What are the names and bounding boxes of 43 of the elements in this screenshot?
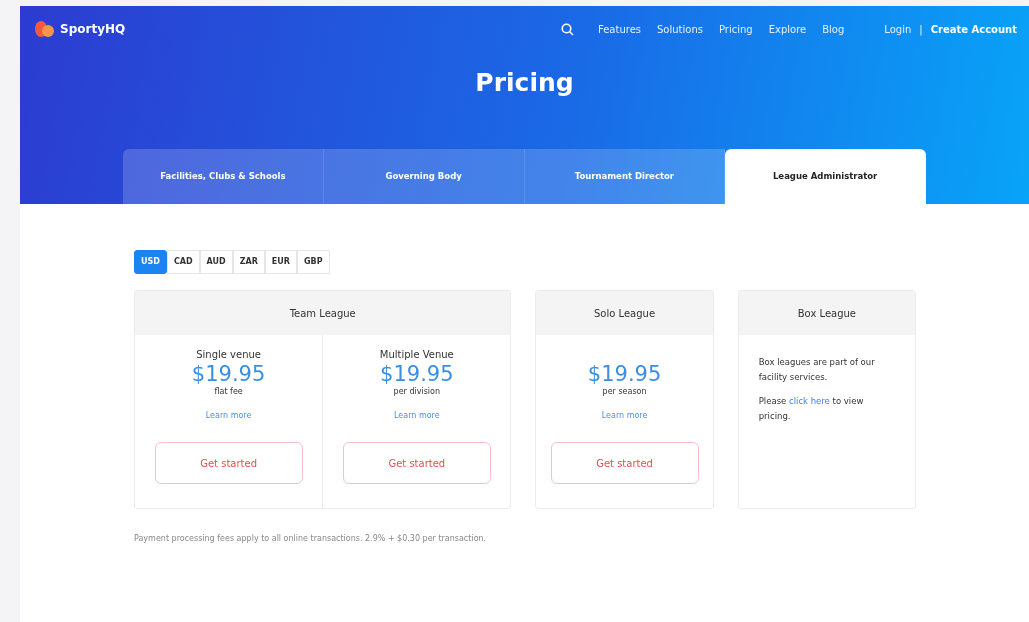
price-unit: flat fee [214, 386, 243, 399]
currency-button[interactable]: GBP [297, 250, 330, 274]
price: $19.95 [587, 363, 662, 387]
search-icon[interactable] [561, 22, 574, 36]
card-header: Box League [738, 291, 915, 335]
nav-link[interactable]: Blog [822, 21, 845, 37]
card-header: Solo League [536, 291, 713, 335]
price: $19.95 [191, 363, 266, 387]
currency-button[interactable]: CAD [166, 250, 200, 274]
fee-note: Payment processing fees apply to all online transactions. 2.9% + $0.30 per transaction. [134, 533, 488, 545]
currency-button[interactable]: USD [134, 250, 167, 274]
price-unit: per division [393, 386, 441, 399]
card-header: Team League [135, 291, 511, 335]
login-link[interactable]: Login [884, 21, 912, 37]
nav-link[interactable]: Solutions [657, 21, 703, 37]
create-account-link[interactable]: Create Account [930, 21, 1017, 37]
get-started-button[interactable]: Get started [154, 442, 303, 485]
nav-link[interactable]: Pricing [718, 21, 753, 37]
learn-more-link[interactable]: Learn more [205, 410, 252, 423]
price-unit: per season [602, 386, 647, 399]
nav-link[interactable]: Explore [768, 21, 807, 37]
learn-more-link[interactable]: Learn more [394, 410, 440, 423]
click-here-link[interactable]: click here [789, 395, 830, 406]
page-title: Pricing [474, 67, 575, 99]
get-started-button[interactable]: Get started [550, 442, 699, 485]
brand-name[interactable]: SportyHQ [60, 20, 126, 38]
logo-icon [34, 20, 56, 38]
learn-more-link[interactable]: Learn more [601, 410, 648, 423]
currency-button[interactable]: EUR [264, 250, 297, 274]
currency-button[interactable]: ZAR [232, 250, 265, 274]
plan-name: Single venue [196, 348, 261, 362]
plan-name: Multiple Venue [379, 348, 454, 362]
get-started-button[interactable]: Get started [342, 442, 491, 485]
tab[interactable]: Governing Body [323, 149, 525, 204]
tab[interactable]: Facilities, Clubs & Schools [123, 149, 324, 204]
tab[interactable]: Tournament Director [524, 149, 726, 204]
price: $19.95 [380, 363, 454, 387]
info-text: Please click here to view pricing. [758, 394, 865, 423]
separator: | [919, 22, 923, 37]
tab[interactable]: League Administrator [725, 149, 926, 204]
info-text: Box leagues are part of our facility services. [758, 356, 876, 385]
nav-link[interactable]: Features [598, 21, 641, 37]
currency-button[interactable]: AUD [199, 250, 233, 274]
